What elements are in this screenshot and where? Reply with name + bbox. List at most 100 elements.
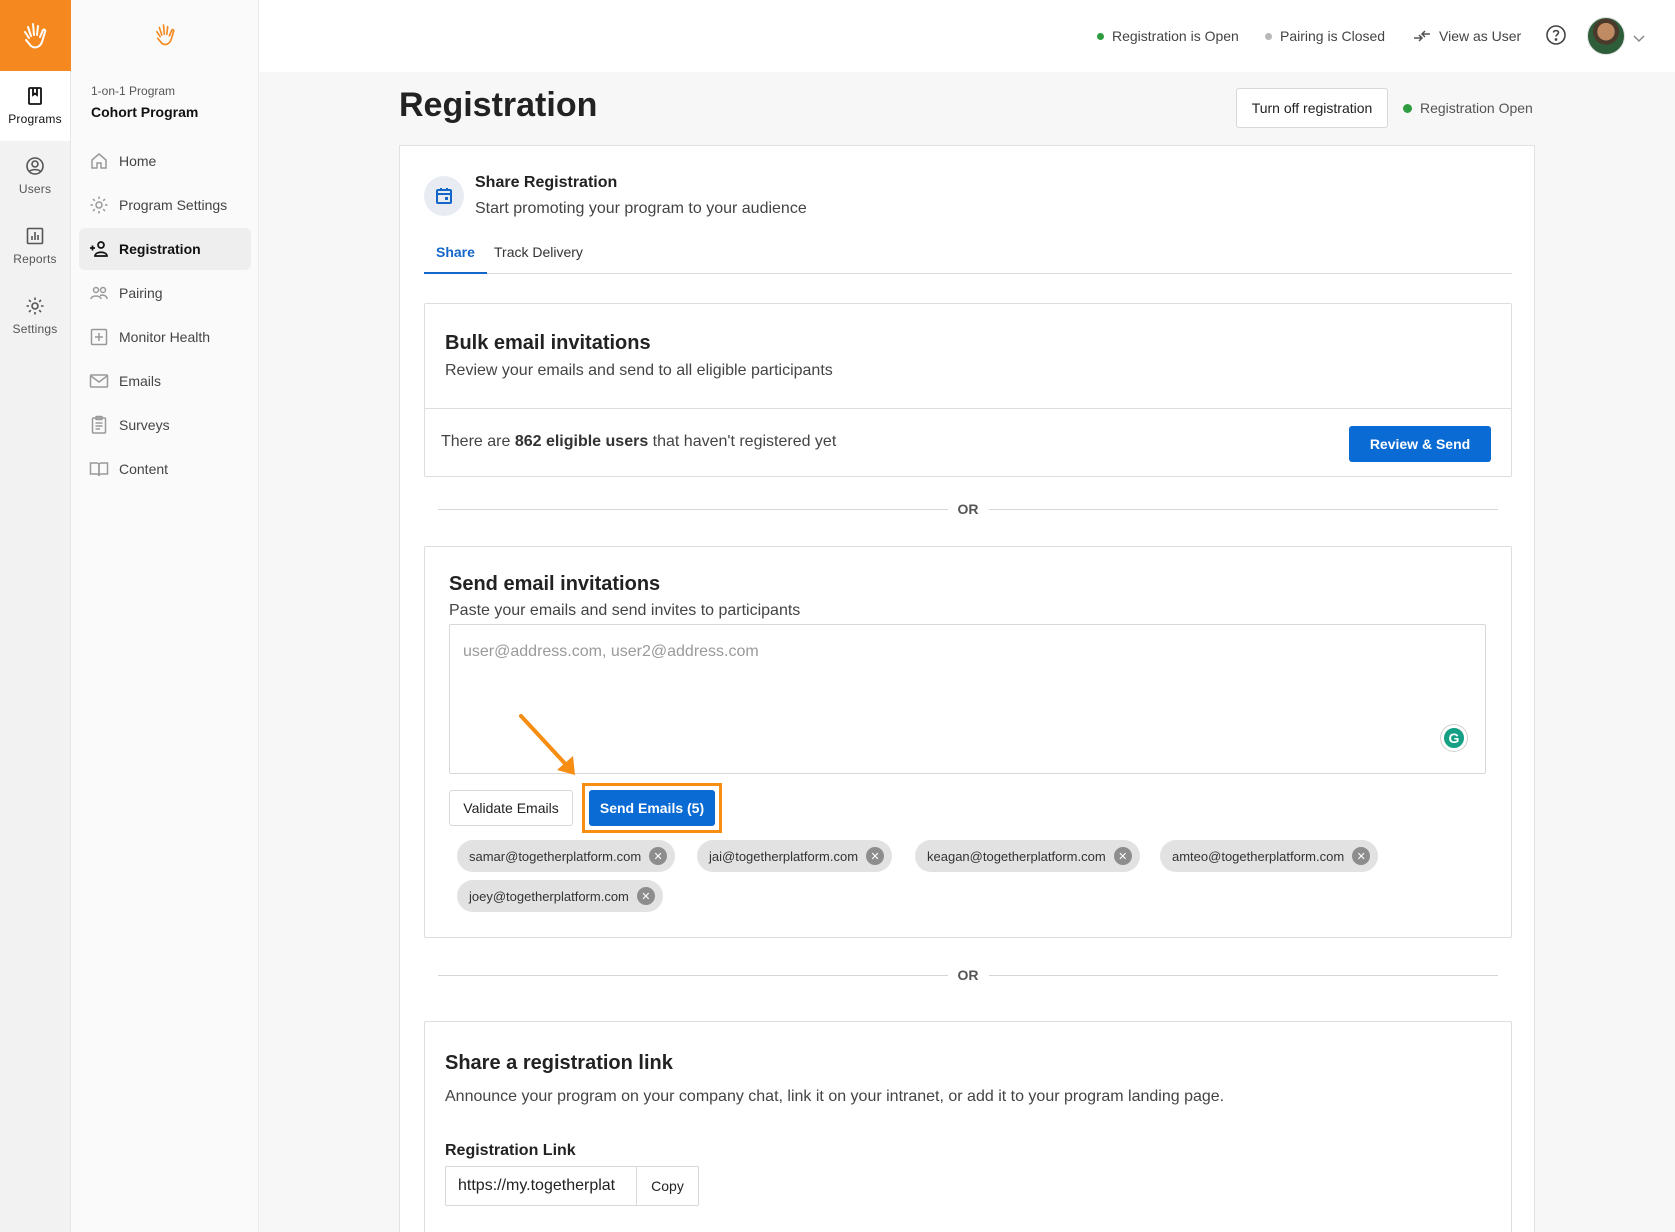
- home-icon: [91, 153, 107, 169]
- chip-email: amteo@togetherplatform.com: [1172, 848, 1345, 864]
- sidebar-item-surveys[interactable]: Surveys: [79, 404, 251, 446]
- rail-label: Programs: [8, 112, 62, 126]
- tab-share[interactable]: Share: [424, 232, 487, 274]
- sidebar-item-home[interactable]: Home: [79, 140, 251, 182]
- help-circle-icon: [1546, 25, 1566, 45]
- sidebar-item-monitor-health[interactable]: Monitor Health: [79, 316, 251, 358]
- turn-off-registration-button[interactable]: Turn off registration: [1236, 88, 1388, 128]
- registration-link-field[interactable]: https://my.togetherplat: [445, 1166, 637, 1206]
- share-tabs: Share Track Delivery: [424, 232, 1512, 274]
- icon-rail: Programs Users Reports Settings: [0, 0, 71, 1232]
- sidebar-item-label: Content: [119, 461, 169, 477]
- account-menu-toggle[interactable]: [1633, 30, 1645, 46]
- bulk-title: Bulk email invitations: [445, 332, 651, 354]
- copy-link-button[interactable]: Copy: [636, 1166, 699, 1206]
- program-sidebar: 1-on-1 Program Cohort Program Home Progr…: [71, 0, 259, 1232]
- status-dot-closed: [1265, 32, 1272, 40]
- registration-status-label: Registration is Open: [1112, 28, 1239, 44]
- divider: [425, 408, 1511, 409]
- sidebar-item-emails[interactable]: Emails: [79, 360, 251, 402]
- send-title: Send email invitations: [449, 573, 661, 595]
- divider: [988, 508, 1498, 510]
- sidebar-item-program-settings[interactable]: Program Settings: [79, 184, 251, 226]
- or-label: OR: [957, 967, 979, 983]
- app-logo[interactable]: [0, 0, 71, 71]
- grammarly-icon[interactable]: G: [1441, 725, 1467, 751]
- plus-square-icon: [90, 328, 108, 346]
- remove-chip-icon[interactable]: ✕: [649, 847, 668, 865]
- email-chip: keagan@togetherplatform.com ✕: [915, 840, 1140, 872]
- rail-label: Reports: [13, 252, 57, 266]
- status-dot-open: [1403, 103, 1412, 113]
- link-subtitle: Announce your program on your company ch…: [445, 1088, 1225, 1105]
- rail-item-reports[interactable]: Reports: [0, 211, 70, 281]
- chip-email: keagan@togetherplatform.com: [927, 848, 1106, 864]
- sidebar-item-registration[interactable]: Registration: [79, 228, 251, 270]
- eligible-count: 862 eligible users: [514, 433, 649, 450]
- rail-label: Users: [18, 182, 52, 196]
- book-icon: [28, 87, 42, 105]
- send-emails-button[interactable]: Send Emails (5): [589, 790, 715, 826]
- users-icon: [90, 286, 108, 300]
- remove-chip-icon[interactable]: ✕: [866, 847, 885, 865]
- share-subtitle: Start promoting your program to your aud…: [475, 200, 807, 217]
- email-chip: joey@togetherplatform.com ✕: [457, 880, 663, 912]
- remove-chip-icon[interactable]: ✕: [636, 887, 655, 905]
- email-chip: samar@togetherplatform.com ✕: [457, 840, 676, 872]
- annotation-arrow-icon: [519, 714, 575, 775]
- page-title: Registration: [399, 86, 598, 124]
- mail-icon: [89, 374, 109, 388]
- calendar-icon: [436, 188, 452, 204]
- program-name[interactable]: Cohort Program: [91, 104, 198, 120]
- eligible-text-prefix: There are: [441, 433, 515, 450]
- avatar[interactable]: [1587, 17, 1625, 55]
- top-bar: Registration is Open Pairing is Closed V…: [259, 0, 1675, 72]
- bulk-subtitle: Review your emails and send to all eligi…: [445, 362, 833, 379]
- eligible-users-text: There are 862 eligible users that haven'…: [441, 433, 836, 451]
- status-dot-open: [1097, 32, 1104, 40]
- remove-chip-icon[interactable]: ✕: [1352, 847, 1371, 865]
- tab-track-delivery[interactable]: Track Delivery: [482, 232, 595, 274]
- pairing-status-label: Pairing is Closed: [1280, 28, 1386, 44]
- eligible-text-suffix: that haven't registered yet: [648, 433, 837, 450]
- share-registration-card: Share Registration Start promoting your …: [399, 145, 1535, 1232]
- review-send-button[interactable]: Review & Send: [1349, 426, 1491, 462]
- rail-item-users[interactable]: Users: [0, 141, 70, 211]
- sidebar-item-label: Home: [119, 153, 157, 169]
- waving-hand-icon: [156, 24, 175, 46]
- chip-email: jai@togetherplatform.com: [709, 848, 859, 864]
- rail-item-settings[interactable]: Settings: [0, 281, 70, 351]
- or-label: OR: [957, 501, 979, 517]
- chip-email: samar@togetherplatform.com: [469, 848, 642, 864]
- add-user-icon: [90, 241, 108, 257]
- share-link-card: Share a registration link Announce your …: [424, 1021, 1512, 1232]
- or-separator: OR: [438, 965, 1498, 985]
- divider: [438, 974, 948, 976]
- help-button[interactable]: [1545, 24, 1567, 49]
- sidebar-item-label: Pairing: [119, 285, 163, 301]
- rail-label: Settings: [12, 322, 58, 336]
- pairing-status: Pairing is Closed: [1265, 28, 1385, 44]
- rail-item-programs[interactable]: Programs: [0, 71, 70, 141]
- registration-open-status: Registration Open: [1403, 100, 1533, 116]
- clipboard-icon: [91, 415, 107, 434]
- or-separator: OR: [438, 499, 1498, 519]
- view-as-user-link[interactable]: View as User: [1413, 28, 1521, 44]
- registration-status: Registration is Open: [1097, 28, 1239, 44]
- program-type: 1-on-1 Program: [91, 84, 176, 98]
- sidebar-item-label: Monitor Health: [119, 329, 211, 345]
- registration-link-label: Registration Link: [445, 1142, 576, 1159]
- email-input[interactable]: user@address.com, user2@address.com G: [449, 624, 1486, 774]
- remove-chip-icon[interactable]: ✕: [1113, 847, 1132, 865]
- validate-emails-button[interactable]: Validate Emails: [449, 790, 573, 826]
- book-open-icon: [89, 462, 109, 477]
- send-email-card: Send email invitations Paste your emails…: [424, 546, 1512, 938]
- sidebar-item-pairing[interactable]: Pairing: [79, 272, 251, 314]
- user-circle-icon: [26, 157, 44, 175]
- program-logo: [151, 18, 181, 55]
- swap-arrows-icon: [1414, 30, 1430, 42]
- email-placeholder: user@address.com, user2@address.com: [463, 643, 759, 660]
- email-chip: amteo@togetherplatform.com ✕: [1160, 840, 1379, 872]
- sidebar-item-label: Registration: [119, 241, 201, 257]
- sidebar-item-content[interactable]: Content: [79, 448, 251, 490]
